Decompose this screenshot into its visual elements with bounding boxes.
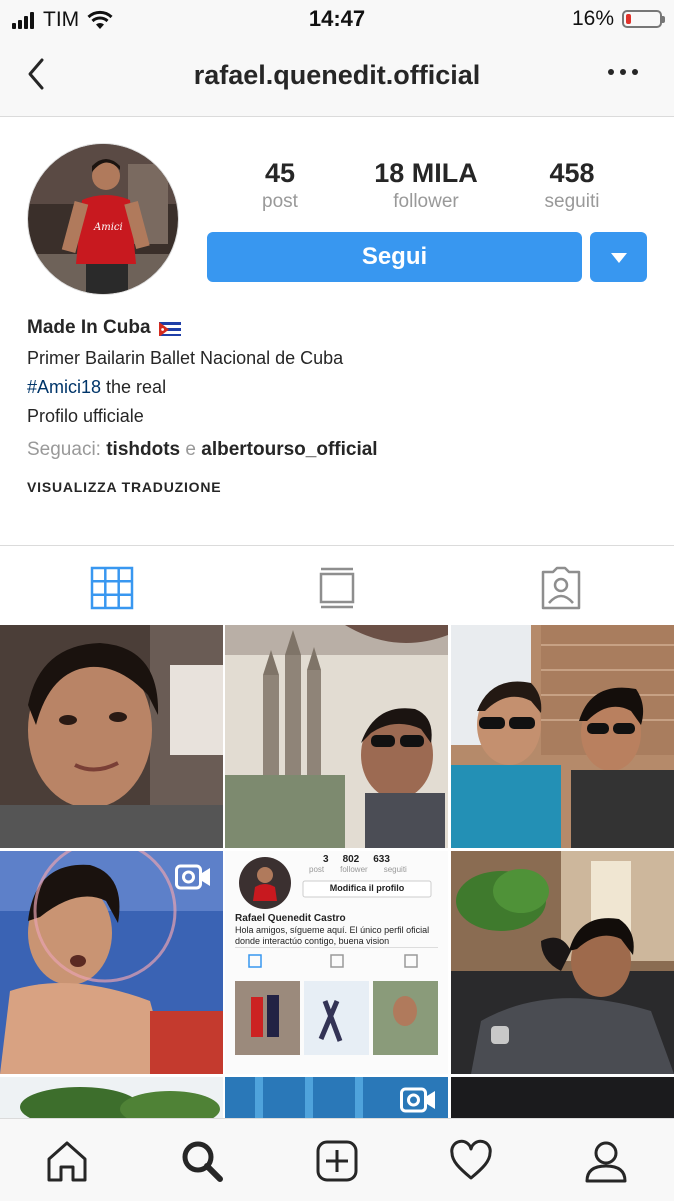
suggested-dropdown-button[interactable]	[590, 232, 647, 282]
inner-following-count: 633	[373, 854, 390, 865]
more-options-icon[interactable]	[606, 62, 640, 82]
cuba-flag-icon	[158, 321, 181, 336]
bio-line-2: #Amici18 the real	[27, 377, 647, 398]
tagged-icon[interactable]	[539, 566, 583, 610]
followers-label: follower	[393, 191, 459, 212]
svg-text:Amici: Amici	[93, 222, 123, 233]
see-translation-link[interactable]: VISUALIZZA TRADUZIONE	[27, 479, 647, 495]
grid-post[interactable]	[225, 625, 448, 848]
following-count: 458	[549, 158, 595, 188]
battery-icon	[622, 10, 665, 28]
bio-line-2-text: the real	[101, 377, 167, 397]
posts-count: 45	[264, 158, 296, 188]
inner-bio-1: Hola amigos, sígueme aquí. El único perf…	[235, 925, 430, 935]
followed-by[interactable]: Seguaci: tishdots e albertourso_official	[27, 439, 647, 463]
video-icon	[400, 1087, 435, 1113]
profile-tabs	[0, 545, 674, 626]
heart-icon[interactable]	[449, 1139, 493, 1183]
grid-post[interactable]	[0, 1077, 223, 1120]
followed-by-user-2[interactable]: albertourso_official	[201, 439, 377, 460]
grid-post[interactable]	[0, 851, 223, 1074]
followers-count: 18 MILA	[374, 158, 478, 188]
home-icon[interactable]	[45, 1139, 89, 1183]
hashtag-link[interactable]: #Amici18	[27, 377, 101, 397]
avatar[interactable]: Amici	[27, 143, 179, 295]
posts-grid: 3 802 633 post follower seguiti Modifica…	[0, 625, 674, 1120]
profile-bio: Made In Cuba Primer Bailarin Ballet Naci…	[27, 316, 647, 495]
profile-header: rafael.quenedit.official	[0, 38, 674, 117]
inner-bio-2: donde interactúo contigo, buena vision	[235, 936, 390, 946]
posts-label: post	[262, 191, 298, 212]
bio-line-1: Primer Bailarin Ballet Nacional de Cuba	[27, 348, 344, 368]
chevron-down-icon	[611, 253, 627, 263]
search-icon[interactable]	[180, 1139, 224, 1183]
inner-edit-profile-button: Modifica il profilo	[329, 883, 405, 893]
inner-followers-count: 802	[342, 854, 360, 865]
profile-username: rafael.quenedit.official	[193, 60, 481, 90]
battery-percent: 16%	[571, 7, 614, 30]
followed-by-separator: e	[180, 439, 202, 460]
grid-post[interactable]	[451, 851, 674, 1074]
display-name: Made In Cuba	[27, 317, 151, 338]
inner-following-label: seguiti	[383, 865, 407, 874]
grid-post-screenshot[interactable]: 3 802 633 post follower seguiti Modifica…	[225, 851, 448, 1074]
inner-followers-label: follower	[340, 865, 368, 874]
stat-followers[interactable]: 18 MILA follower	[351, 158, 501, 213]
bottom-tab-bar	[0, 1118, 674, 1201]
add-icon[interactable]	[315, 1139, 359, 1183]
battery-group: 16%	[571, 7, 665, 31]
stat-posts[interactable]: 45 post	[205, 158, 355, 213]
grid-post[interactable]	[0, 625, 223, 848]
following-label: seguiti	[544, 191, 600, 212]
stat-following[interactable]: 458 seguiti	[497, 158, 647, 213]
inner-name: Rafael Quenedit Castro	[235, 913, 346, 924]
feed-icon[interactable]	[315, 566, 359, 610]
grid-post[interactable]	[225, 1077, 448, 1120]
inner-posts-label: post	[309, 865, 325, 874]
grid-icon[interactable]	[90, 566, 134, 610]
follow-button[interactable]: Segui	[207, 232, 582, 282]
profile-icon[interactable]	[584, 1139, 628, 1183]
bio-line-3: Profilo ufficiale	[27, 406, 144, 426]
inner-posts-count: 3	[323, 854, 329, 865]
followed-by-user-1[interactable]: tishdots	[106, 439, 180, 460]
grid-post[interactable]	[451, 1077, 674, 1120]
grid-post[interactable]	[451, 625, 674, 848]
video-icon	[175, 864, 210, 890]
followed-by-label: Seguaci:	[27, 439, 107, 460]
status-bar: TIM 14:47 16%	[0, 0, 674, 38]
